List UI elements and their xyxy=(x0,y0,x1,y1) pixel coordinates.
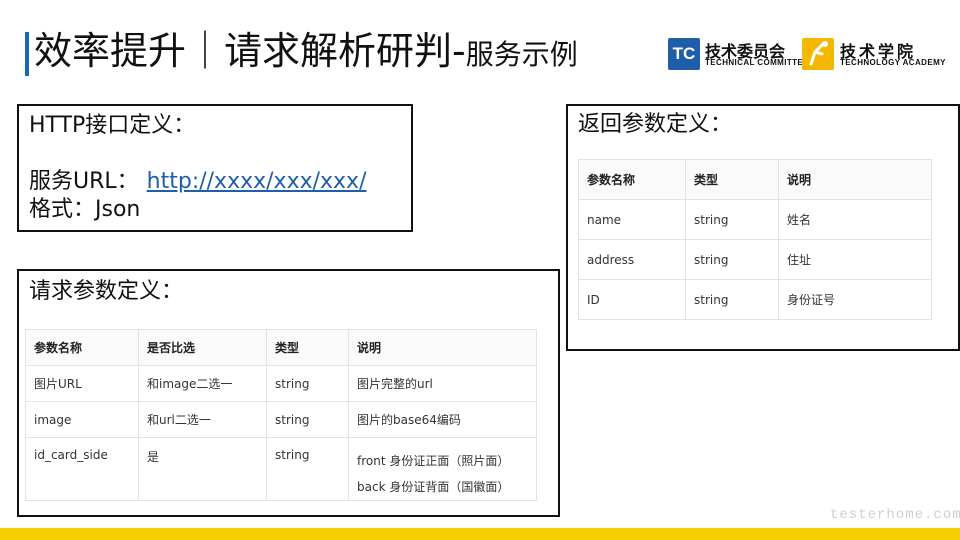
table-header-cell: 是否比选 xyxy=(138,329,267,366)
http-interface-title: HTTP接口定义： xyxy=(29,113,196,138)
service-url-line: 服务URL： http://xxxx/xxx/xxx/ xyxy=(29,168,401,196)
page-title: 效率提升｜请求解析研判-服务示例 xyxy=(34,26,578,80)
page-title-sub: 服务示例 xyxy=(465,38,578,71)
param-desc: front 身份证正面（照片面） back 身份证背面（国徽面） xyxy=(348,437,537,501)
field-name: name xyxy=(578,199,686,240)
param-type: string xyxy=(266,437,349,501)
technology-academy-name-en: TECHNOLOGY ACADEMY xyxy=(840,58,946,67)
field-desc: 姓名 xyxy=(778,199,932,240)
param-desc: 图片的base64编码 xyxy=(348,401,537,438)
field-desc: 住址 xyxy=(778,239,932,280)
footer-accent-bar xyxy=(0,528,960,540)
response-params-box: 返回参数定义： 参数名称 类型 说明 name string 姓名 addres… xyxy=(566,104,960,351)
param-required: 和url二选一 xyxy=(138,401,267,438)
table-header-cell: 类型 xyxy=(685,159,779,200)
param-desc-line: back 身份证背面（国徽面） xyxy=(357,480,510,494)
page-title-main: 效率提升｜请求解析研判- xyxy=(34,29,466,73)
table-row: image 和url二选一 string 图片的base64编码 xyxy=(25,401,537,438)
response-params-table: 参数名称 类型 说明 name string 姓名 address string… xyxy=(578,159,932,320)
param-name: image xyxy=(25,401,139,438)
table-header-cell: 参数名称 xyxy=(578,159,686,200)
field-type: string xyxy=(685,279,779,320)
technical-committee-name-en: TECHNICAL COMMITTEE xyxy=(705,58,809,67)
table-row: address string 住址 xyxy=(578,239,932,280)
param-type: string xyxy=(266,365,349,402)
technical-committee-logo-icon: TC xyxy=(668,38,700,70)
field-desc: 身份证号 xyxy=(778,279,932,320)
table-header-cell: 说明 xyxy=(348,329,537,366)
request-params-title: 请求参数定义： xyxy=(29,279,184,304)
param-desc: 图片完整的url xyxy=(348,365,537,402)
field-type: string xyxy=(685,239,779,280)
format-line: 格式：Json xyxy=(29,197,141,222)
table-row: 图片URL 和image二选一 string 图片完整的url xyxy=(25,365,537,402)
table-header-cell: 说明 xyxy=(778,159,932,200)
param-desc-line: front 身份证正面（照片面） xyxy=(357,454,510,468)
watermark-text: testerhome.com xyxy=(830,507,960,523)
table-row: name string 姓名 xyxy=(578,199,932,240)
technology-academy-logo-icon xyxy=(802,38,834,70)
field-name: address xyxy=(578,239,686,280)
param-type: string xyxy=(266,401,349,438)
title-accent-bar xyxy=(25,32,29,76)
service-url-link[interactable]: http://xxxx/xxx/xxx/ xyxy=(147,169,367,194)
service-url-label: 服务URL： xyxy=(29,169,139,194)
param-name: id_card_side xyxy=(25,437,139,501)
table-header-cell: 参数名称 xyxy=(25,329,139,366)
param-required: 是 xyxy=(138,437,267,501)
table-row: ID string 身份证号 xyxy=(578,279,932,320)
param-required: 和image二选一 xyxy=(138,365,267,402)
table-header-row: 参数名称 是否比选 类型 说明 xyxy=(25,329,537,366)
field-name: ID xyxy=(578,279,686,320)
http-interface-box: HTTP接口定义： 服务URL： http://xxxx/xxx/xxx/ 格式：… xyxy=(17,104,413,232)
request-params-table: 参数名称 是否比选 类型 说明 图片URL 和image二选一 string 图… xyxy=(25,329,537,501)
response-params-title: 返回参数定义： xyxy=(578,112,733,137)
table-row: id_card_side 是 string front 身份证正面（照片面） b… xyxy=(25,437,537,501)
param-name: 图片URL xyxy=(25,365,139,402)
table-header-cell: 类型 xyxy=(266,329,349,366)
field-type: string xyxy=(685,199,779,240)
request-params-box: 请求参数定义： 参数名称 是否比选 类型 说明 图片URL 和image二选一 … xyxy=(17,269,560,517)
table-header-row: 参数名称 类型 说明 xyxy=(578,159,932,200)
